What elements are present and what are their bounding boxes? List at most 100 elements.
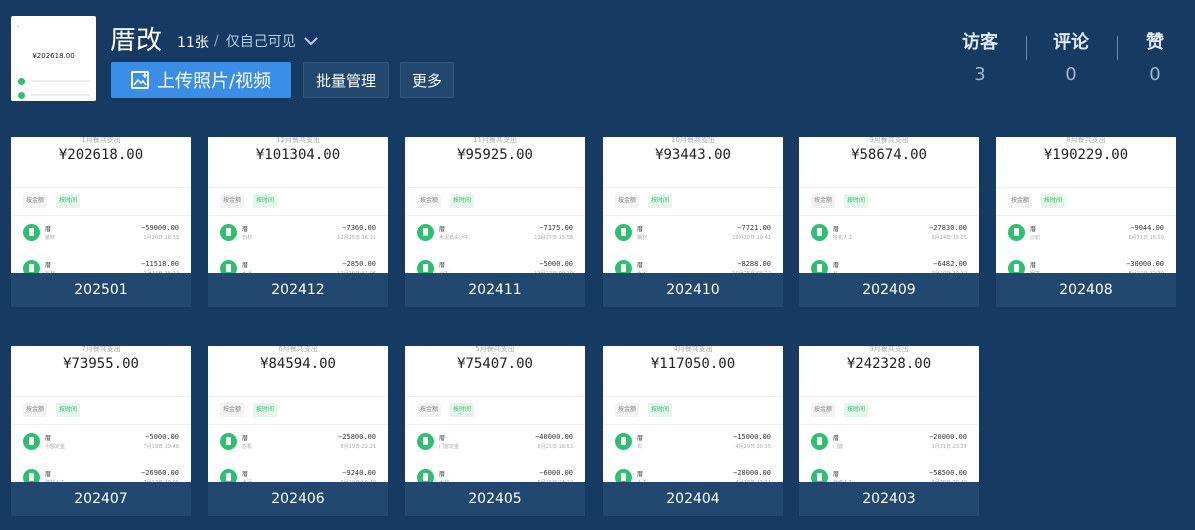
album-stats: 访客 3 评论 0 赞 0 (945, 28, 1195, 88)
thumb-month-label: 5月餐共支出 (475, 346, 515, 353)
record-date: 3月31日 23:21 (931, 444, 967, 450)
record-amount: −15000.00 (733, 433, 771, 441)
record-amount: −6000.00 (539, 469, 573, 477)
photo-thumbnail[interactable]: 11月餐共支出 ¥95925.00 按金额 按时间厝水泥石头沙子 −7175.00 11月… (405, 137, 585, 273)
thumb-record-row: 厝门窗 −20000.00 3月31日 23:21 (799, 430, 979, 454)
album-title: 厝改 (110, 26, 163, 56)
thumb-total-amount: ¥101304.00 (255, 147, 341, 163)
photo-thumbnail[interactable]: 1月餐共支出 ¥202618.00 按金额 按时间厝装修 −59000.00 1月26日 … (11, 137, 191, 273)
record-category-icon (417, 260, 434, 273)
cover-record-icon (18, 78, 25, 85)
record-name: 厝 (1030, 262, 1037, 269)
stat-comments[interactable]: 评论 0 (1036, 28, 1106, 85)
record-amount: −8288.00 (737, 260, 771, 268)
thumb-divider (11, 187, 191, 188)
cover-record-line (31, 94, 90, 96)
thumb-total-amount: ¥93443.00 (655, 147, 731, 163)
thumb-divider (799, 215, 979, 216)
stat-comments-value: 0 (1065, 64, 1077, 85)
photo-card[interactable]: 4月餐共支出 ¥117050.00 按金额 按时间厝石 −15000.00 4月29日 2… (603, 346, 783, 516)
photo-card[interactable]: 7月餐共支出 ¥73955.00 按金额 按时间厝小额定金 −5000.00 7月19日 … (11, 346, 191, 516)
privacy-separator: / (214, 33, 219, 49)
photo-caption: 202408 (996, 273, 1176, 307)
more-button[interactable]: 更多 (400, 62, 454, 98)
photo-card[interactable]: 10月餐共支出 ¥93443.00 按金额 按时间厝钢材 −7721.00 10月30日 … (603, 137, 783, 307)
thumb-sort-amount-tab: 按金额 (615, 403, 640, 417)
thumb-sort-time-tab: 按时间 (648, 194, 673, 208)
photo-card[interactable]: 8月餐共支出 ¥190229.00 按金额 按时间厝沙石 −9044.00 8月31日 1… (996, 137, 1176, 307)
record-note: 石 (637, 444, 643, 450)
record-category-icon (811, 433, 828, 450)
record-amount: −11518.00 (141, 260, 179, 268)
thumb-divider (208, 424, 388, 425)
privacy-dropdown[interactable]: / 仅自己可见 (214, 31, 318, 51)
thumb-divider (603, 396, 783, 397)
thumb-record-row: 厝小工−5000.0011月22日 09:10 (405, 257, 585, 273)
thumb-sort-time-tab: 按时间 (450, 194, 475, 208)
photo-card[interactable]: 12月餐共支出 ¥101304.00 按金额 按时间厝石材 −7360.00 12月25日… (208, 137, 388, 307)
thumb-sort-amount-tab: 按金额 (615, 194, 640, 208)
photo-card[interactable]: 5月餐共支出 ¥75407.00 按金额 按时间厝门窗定金 −40000.00 5月21日… (405, 346, 585, 516)
photo-thumbnail[interactable]: 9月餐共支出 ¥58674.00 按金额 按时间厝挖机人工 −27830.00 9月14日… (799, 137, 979, 273)
thumb-sort-amount-tab: 按金额 (1008, 194, 1033, 208)
record-date: 4月29日 20:35 (735, 444, 771, 450)
thumb-divider (405, 187, 585, 188)
record-note: 石材 (242, 235, 253, 241)
thumb-record-row: 厝石 −15000.00 4月29日 20:35 (603, 430, 783, 454)
record-category-icon (417, 224, 434, 241)
thumb-month-label: 4月餐共支出 (673, 346, 713, 353)
photo-card[interactable]: 9月餐共支出 ¥58674.00 按金额 按时间厝挖机人工 −27830.00 9月14日… (799, 137, 979, 307)
photo-card[interactable]: 11月餐共支出 ¥95925.00 按金额 按时间厝水泥石头沙子 −7175.00 11月… (405, 137, 585, 307)
photo-card[interactable]: 6月餐共支出 ¥84594.00 按金额 按时间厝挖机 −25800.00 6月19日 2… (208, 346, 388, 516)
album-cover-thumbnail[interactable]: ‹ ¥202618.00 (11, 16, 96, 101)
record-date: 5月21日 18:53 (537, 444, 573, 450)
stat-visitors[interactable]: 访客 3 (945, 28, 1015, 85)
stat-visitors-value: 3 (974, 64, 986, 85)
thumb-total-amount: ¥117050.00 (650, 356, 736, 372)
photo-thumbnail[interactable]: 3月餐共支出 ¥242328.00 按金额 按时间厝门窗 −20000.00 3月31日 … (799, 346, 979, 482)
photo-card[interactable]: 1月餐共支出 ¥202618.00 按金额 按时间厝装修 −59000.00 1月26日 … (11, 137, 191, 307)
thumb-sort-time-tab: 按时间 (844, 403, 869, 417)
record-amount: −40000.00 (535, 433, 573, 441)
record-amount: −7721.00 (737, 224, 771, 232)
record-category-icon (615, 433, 632, 450)
stat-likes[interactable]: 赞 0 (1120, 28, 1190, 85)
photo-thumbnail[interactable]: 5月餐共支出 ¥75407.00 按金额 按时间厝门窗定金 −40000.00 5月21日… (405, 346, 585, 482)
record-category-icon (1008, 224, 1025, 241)
cover-amount: ¥202618.00 (32, 52, 75, 60)
record-date: 7月19日 19:48 (143, 444, 179, 450)
photo-thumbnail[interactable]: 10月餐共支出 ¥93443.00 按金额 按时间厝钢材 −7721.00 10月30日 … (603, 137, 783, 273)
photo-card[interactable]: 3月餐共支出 ¥242328.00 按金额 按时间厝门窗 −20000.00 3月31日 … (799, 346, 979, 516)
thumb-record-row: 厝挖机 −25800.00 6月19日 22:21 (208, 430, 388, 454)
photo-thumbnail[interactable]: 4月餐共支出 ¥117050.00 按金额 按时间厝石 −15000.00 4月29日 2… (603, 346, 783, 482)
photo-thumbnail[interactable]: 7月餐共支出 ¥73955.00 按金额 按时间厝小额定金 −5000.00 7月19日 … (11, 346, 191, 482)
record-category-icon (615, 469, 632, 482)
photo-thumbnail[interactable]: 8月餐共支出 ¥190229.00 按金额 按时间厝沙石 −9044.00 8月31日 1… (996, 137, 1176, 273)
record-name: 厝 (439, 262, 446, 269)
record-amount: −7175.00 (539, 224, 573, 232)
record-category-icon (23, 469, 40, 482)
record-note: 钢材 (637, 235, 648, 241)
record-category-icon (417, 433, 434, 450)
thumb-record-row: 厝石材 −7360.00 12月25日 16:31 (208, 221, 388, 245)
record-amount: −20000.00 (733, 469, 771, 477)
record-category-icon (23, 260, 40, 273)
thumb-divider (603, 424, 783, 425)
thumb-divider (799, 396, 979, 397)
batch-manage-button[interactable]: 批量管理 (303, 62, 389, 98)
thumb-sort-time-tab: 按时间 (648, 403, 673, 417)
thumb-divider (11, 396, 191, 397)
photo-caption: 202409 (799, 273, 979, 307)
photo-caption: 202410 (603, 273, 783, 307)
upload-button[interactable]: 上传照片/视频 (111, 62, 291, 98)
record-category-icon (23, 224, 40, 241)
photo-thumbnail[interactable]: 6月餐共支出 ¥84594.00 按金额 按时间厝挖机 −25800.00 6月19日 2… (208, 346, 388, 482)
thumb-sort-time-tab: 按时间 (1041, 194, 1066, 208)
thumb-total-amount: ¥202618.00 (58, 147, 144, 163)
record-category-icon (615, 224, 632, 241)
thumb-total-amount: ¥190229.00 (1043, 147, 1129, 163)
photo-thumbnail[interactable]: 12月餐共支出 ¥101304.00 按金额 按时间厝石材 −7360.00 12月25日… (208, 137, 388, 273)
thumb-month-label: 1月餐共支出 (81, 137, 121, 144)
thumb-record-row: 厝沙石 −9044.00 8月31日 16:59 (996, 221, 1176, 245)
thumb-record-row: 厝建材人工−26960.007月12日 10:05 (11, 466, 191, 482)
